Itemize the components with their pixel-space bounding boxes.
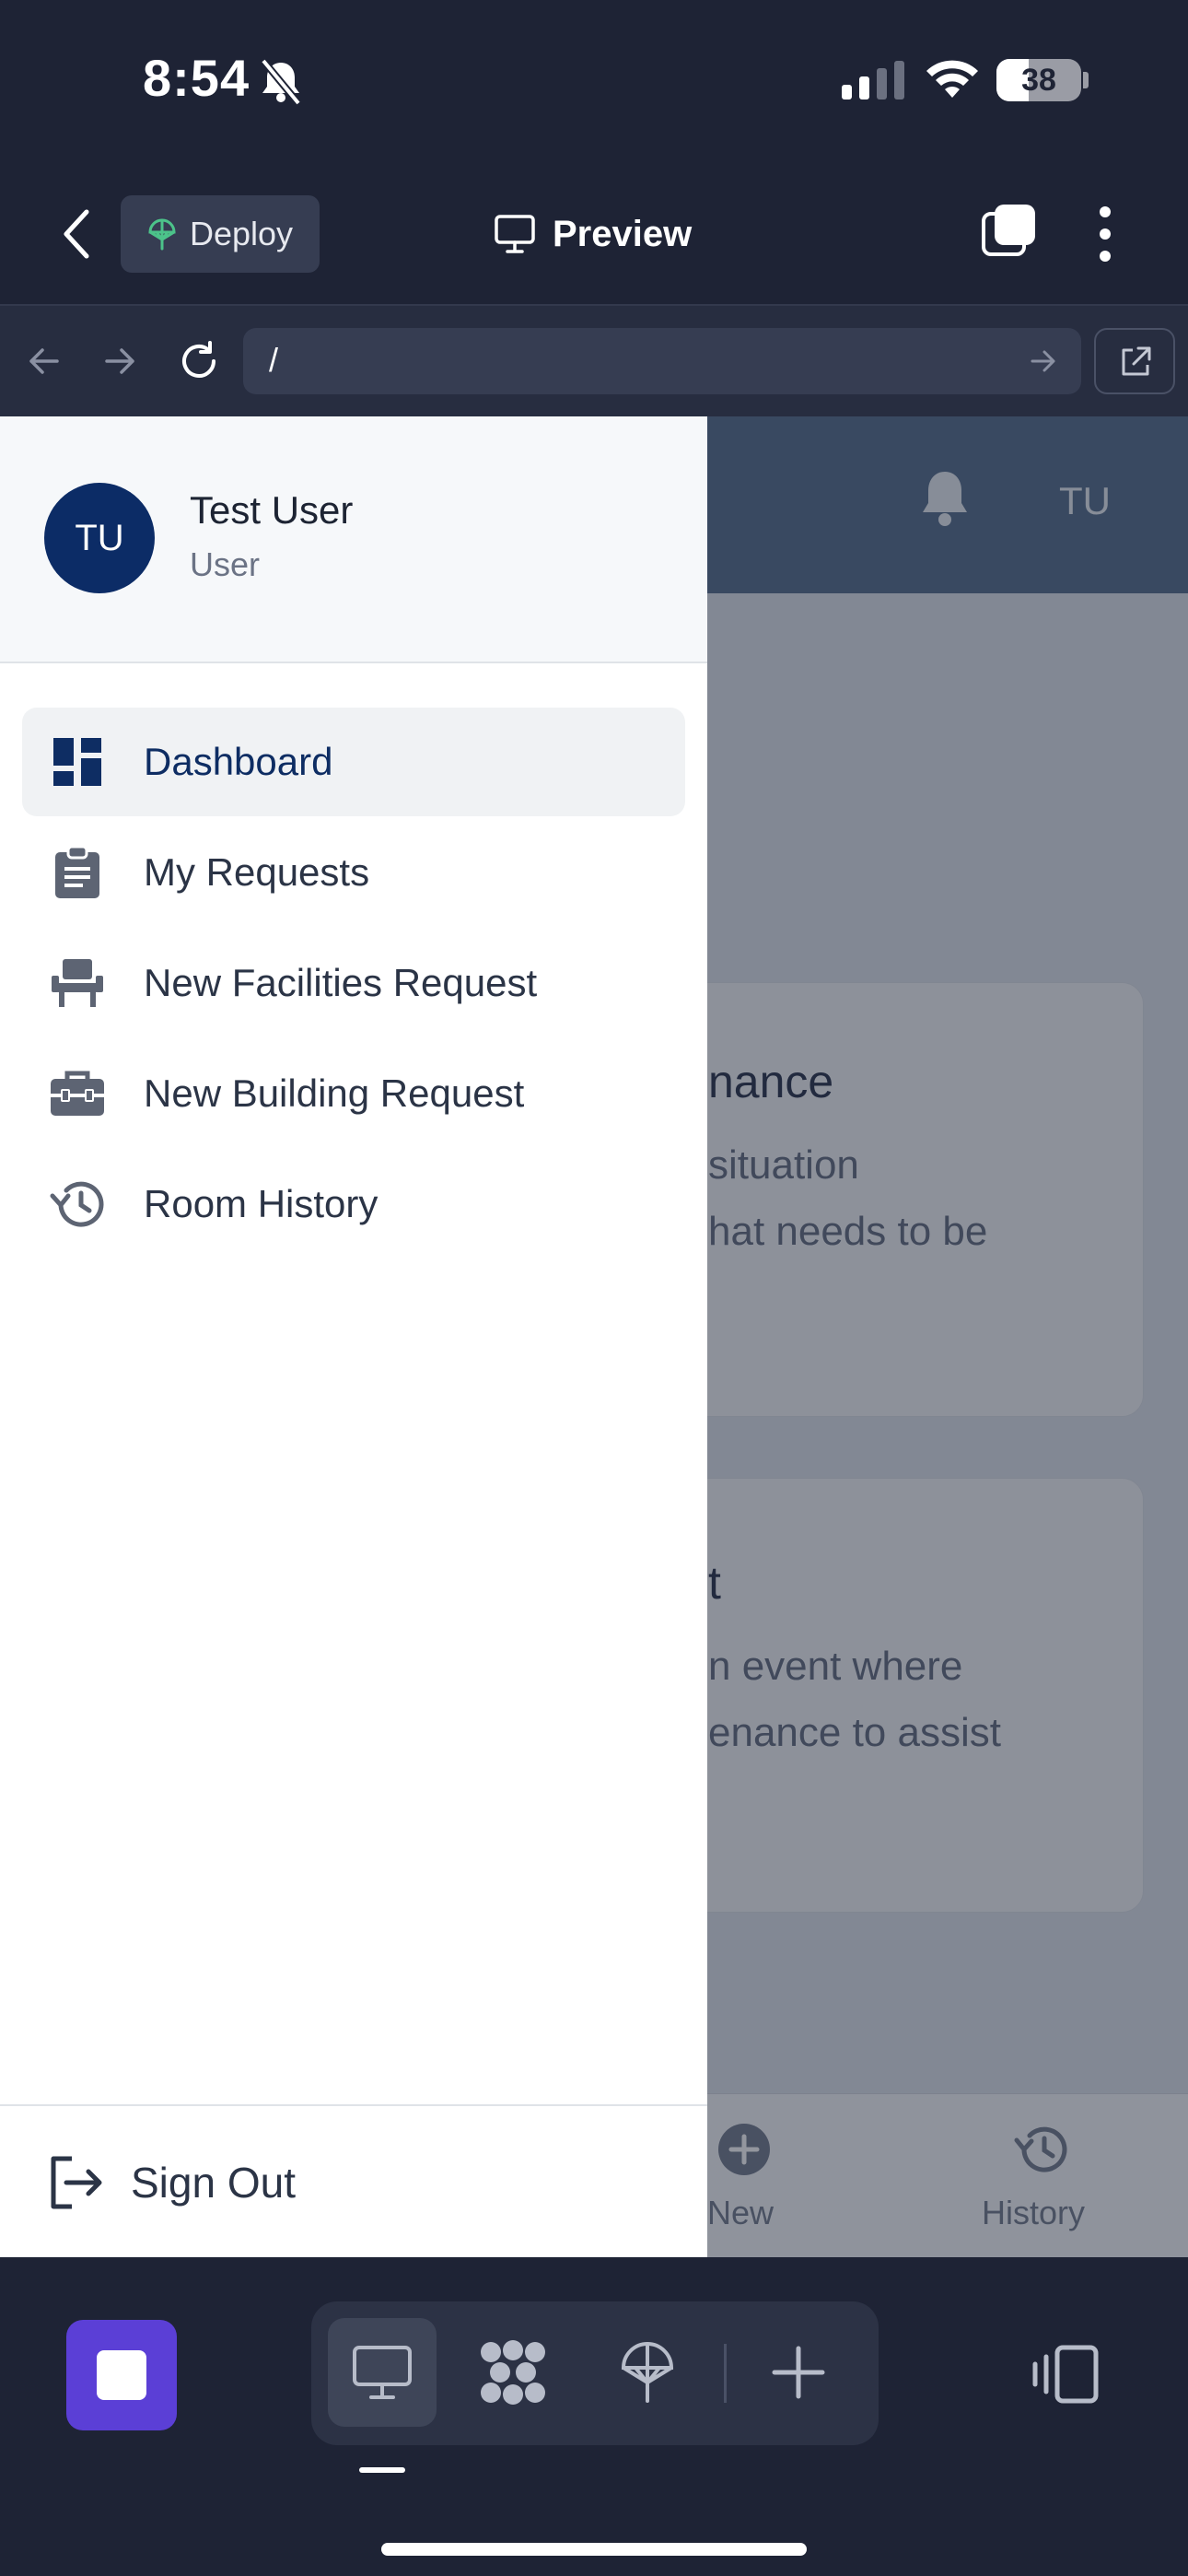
divider — [724, 2344, 727, 2403]
history-icon — [50, 1181, 104, 1227]
home-indicator — [381, 2543, 807, 2556]
wifi-icon — [926, 60, 978, 98]
clipboard-icon — [55, 845, 99, 898]
nav-item-dashboard[interactable]: Dashboard — [22, 708, 685, 816]
monitor-icon — [495, 215, 535, 253]
silent-bell-icon — [260, 58, 302, 105]
deploy-icon — [621, 2342, 674, 2403]
ai-agent-icon — [481, 2340, 545, 2405]
preview-title: Preview — [494, 206, 692, 262]
stop-button[interactable] — [66, 2320, 177, 2430]
preview-label: Preview — [553, 213, 693, 254]
monitor-icon — [353, 2346, 412, 2399]
go-arrow-icon[interactable] — [1030, 348, 1057, 374]
app-viewport: TU nance situation hat needs to be t n e… — [0, 416, 1188, 2257]
status-bar: 8:54 38 — [0, 0, 1188, 166]
user-role: User — [190, 545, 261, 583]
url-input[interactable]: / — [243, 328, 1081, 394]
deploy-tab-button[interactable] — [593, 2318, 702, 2427]
sign-out-icon — [51, 2156, 102, 2209]
nav-item-label: New Facilities Request — [144, 961, 538, 1004]
battery-level: 38 — [1021, 62, 1056, 98]
nav-forward-icon[interactable] — [101, 343, 138, 380]
nav-item-label: New Building Request — [144, 1071, 525, 1115]
signal-icon — [842, 61, 904, 100]
plus-icon — [772, 2346, 825, 2399]
agent-tab-button[interactable] — [459, 2318, 567, 2427]
battery-icon: 38 — [996, 59, 1081, 101]
view-switcher — [311, 2301, 879, 2445]
deploy-button[interactable]: Deploy — [121, 195, 320, 273]
preview-tab-button[interactable] — [328, 2318, 437, 2427]
tabs-icon-front — [995, 205, 1035, 245]
tabs-switcher-button[interactable] — [982, 205, 1035, 260]
reload-icon[interactable] — [177, 339, 221, 383]
nav-item-my-requests[interactable]: My Requests — [22, 818, 685, 927]
nav-item-new-building-request[interactable]: New Building Request — [22, 1039, 685, 1148]
nav-item-room-history[interactable]: Room History — [22, 1150, 685, 1259]
back-chevron-icon[interactable] — [61, 208, 92, 260]
battery-cap — [1083, 72, 1089, 88]
nav-item-label: Room History — [144, 1182, 379, 1225]
more-options-icon[interactable] — [1096, 206, 1114, 262]
split-view-icon[interactable] — [1030, 2344, 1100, 2405]
nav-item-label: My Requests — [144, 850, 370, 894]
user-avatar: TU — [44, 483, 155, 593]
avatar-initials: TU — [75, 517, 124, 558]
open-external-button[interactable] — [1094, 328, 1175, 394]
status-time: 8:54 — [143, 49, 250, 107]
navigation-drawer: TU Test User User Dashboard My Requests … — [0, 416, 707, 2257]
nav-item-label: Dashboard — [144, 740, 333, 783]
stop-icon — [97, 2350, 146, 2400]
nav-item-new-facilities-request[interactable]: New Facilities Request — [22, 929, 685, 1037]
deploy-label: Deploy — [189, 215, 294, 252]
dashboard-icon — [53, 738, 101, 786]
active-tab-indicator — [359, 2467, 405, 2473]
user-name: Test User — [190, 488, 354, 532]
deploy-icon — [148, 218, 176, 251]
nav-back-icon[interactable] — [26, 343, 63, 380]
sign-out-button[interactable]: Sign Out — [0, 2104, 707, 2257]
external-link-icon — [1122, 346, 1151, 376]
sign-out-label: Sign Out — [131, 2159, 296, 2207]
new-tab-button[interactable] — [744, 2318, 853, 2427]
url-text: / — [269, 341, 279, 379]
drawer-user-header: TU Test User User — [0, 416, 707, 663]
toolbox-icon — [51, 1071, 104, 1116]
chair-icon — [52, 959, 103, 1007]
